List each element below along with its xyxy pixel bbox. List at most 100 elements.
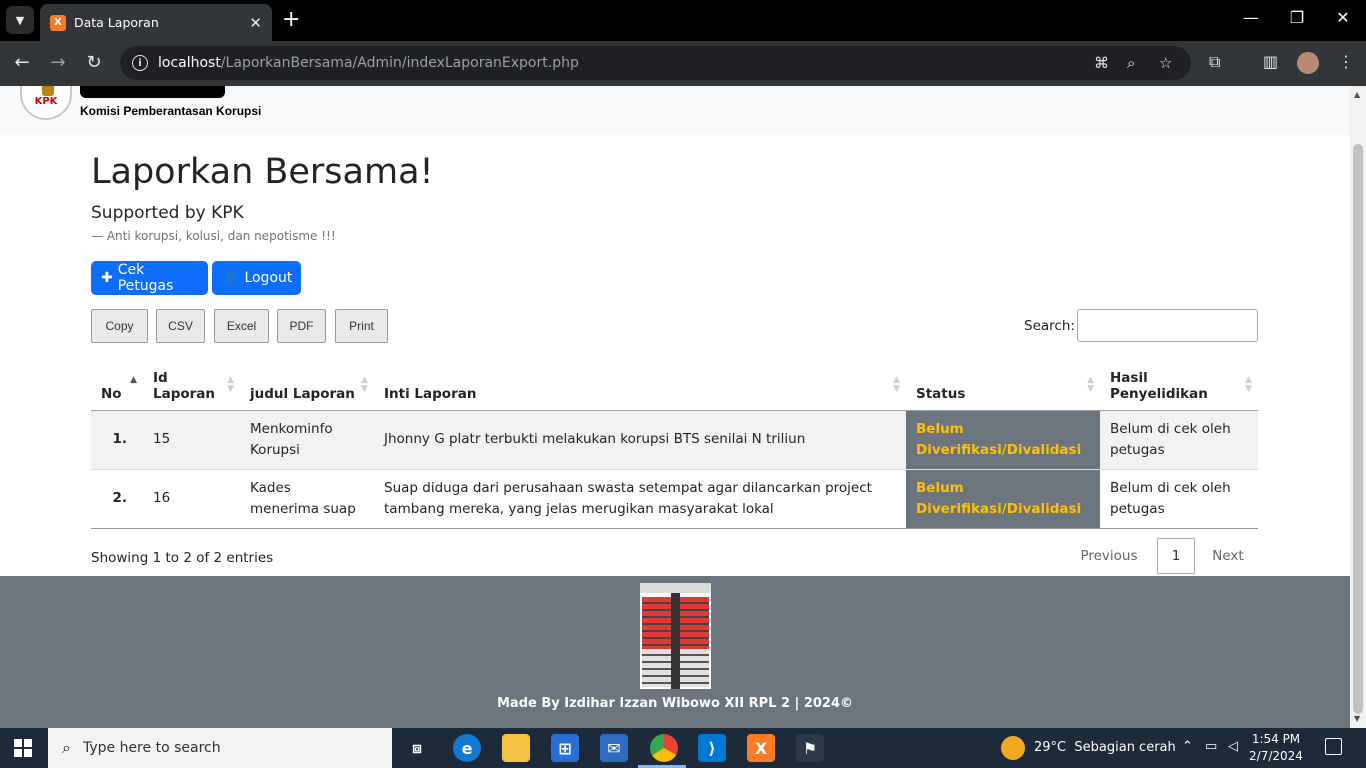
previous-page-button[interactable]: Previous bbox=[1076, 538, 1142, 574]
site-info-icon[interactable]: i bbox=[132, 55, 148, 71]
minimize-icon[interactable]: — bbox=[1241, 8, 1261, 27]
tab-title: Data Laporan bbox=[74, 15, 159, 30]
sort-icon: ▲ ▼ bbox=[227, 375, 234, 394]
back-icon[interactable]: ← bbox=[10, 51, 34, 75]
taskbar-clock[interactable]: 1:54 PM 2/7/2024 bbox=[1248, 731, 1304, 765]
windows-taskbar: ⌕ Type here to search ⧈ e ⊞ ✉ ⟩ X ⚑ 29°C… bbox=[0, 728, 1366, 768]
more-menu-icon[interactable]: ⋮ bbox=[1338, 52, 1354, 71]
tray-chevron-icon[interactable]: ⌃ bbox=[1182, 739, 1193, 754]
logout-label: Logout bbox=[244, 270, 293, 286]
page-subtitle: Supported by KPK bbox=[91, 203, 244, 223]
sort-icon: ▲ ▼ bbox=[1087, 375, 1094, 394]
kpk-building-image bbox=[640, 583, 711, 689]
restore-icon[interactable]: ❐ bbox=[1287, 8, 1307, 27]
row-id: 16 bbox=[153, 490, 171, 506]
search-label: Search: bbox=[1024, 318, 1075, 334]
bookmark-star-icon[interactable]: ☆ bbox=[1159, 54, 1172, 72]
mail-icon[interactable]: ✉ bbox=[600, 734, 628, 762]
page-viewport: KPK Komisi Pemberantasan Korupsi Laporka… bbox=[0, 86, 1350, 728]
git-client-icon[interactable]: ⚑ bbox=[796, 734, 824, 762]
taskbar-search[interactable]: ⌕ Type here to search bbox=[48, 728, 392, 768]
address-bar[interactable]: i localhost/LaporkanBersama/Admin/indexL… bbox=[120, 46, 1191, 80]
cek-petugas-button[interactable]: ✚ Cek Petugas bbox=[91, 261, 208, 295]
notification-icon[interactable] bbox=[1325, 738, 1342, 755]
volume-muted-icon[interactable]: ◁ bbox=[1228, 739, 1238, 754]
reload-icon[interactable]: ↻ bbox=[82, 51, 106, 75]
plus-icon: ✚ bbox=[101, 270, 113, 286]
url-host: localhost bbox=[158, 55, 221, 71]
file-explorer-icon[interactable] bbox=[502, 734, 530, 762]
task-view-icon[interactable]: ⧈ bbox=[403, 734, 431, 762]
laporan-table: No ▲ Id Laporan ▲ ▼ judul Laporan ▲ ▼ Inti Lap… bbox=[91, 354, 1258, 529]
user-x-icon: 👤 bbox=[222, 270, 240, 286]
close-tab-icon[interactable]: ✕ bbox=[249, 14, 262, 32]
column-header-judul[interactable]: judul Laporan ▲ ▼ bbox=[240, 354, 374, 411]
pdf-button[interactable]: PDF bbox=[277, 309, 326, 343]
zoom-icon[interactable]: ⌕ bbox=[1127, 54, 1135, 72]
row-judul: Menkominfo Korupsi bbox=[240, 410, 374, 469]
table-row: 1. 15 Menkominfo Korupsi Jhonny G platr … bbox=[91, 410, 1258, 469]
page-title: Laporkan Bersama! bbox=[91, 152, 434, 192]
store-icon[interactable]: ⊞ bbox=[551, 734, 579, 762]
scroll-down-icon[interactable]: ▼ bbox=[1354, 714, 1360, 723]
windows-start-icon[interactable] bbox=[14, 739, 32, 757]
logo-mini-text: KPK bbox=[34, 96, 58, 107]
column-header-inti[interactable]: Inti Laporan ▲ ▼ bbox=[374, 354, 906, 411]
row-hasil: Belum di cek oleh petugas bbox=[1100, 410, 1258, 469]
sort-asc-icon: ▲ bbox=[130, 375, 137, 385]
forward-icon[interactable]: → bbox=[46, 51, 70, 75]
row-number: 1. bbox=[91, 410, 143, 469]
tab-search-button[interactable]: ▼ bbox=[6, 6, 34, 34]
browser-tab[interactable]: X Data Laporan ✕ bbox=[40, 4, 272, 41]
cek-petugas-label: Cek Petugas bbox=[117, 262, 174, 294]
weather-icon[interactable] bbox=[1001, 736, 1025, 760]
browser-toolbar: ← → ↻ i localhost/LaporkanBersama/Admin/… bbox=[0, 41, 1366, 86]
copy-button[interactable]: Copy bbox=[91, 309, 148, 343]
url-path: /LaporkanBersama/Admin/indexLaporanExpor… bbox=[220, 55, 579, 71]
excel-button[interactable]: Excel bbox=[214, 309, 269, 343]
scroll-up-icon[interactable]: ▲ bbox=[1354, 90, 1360, 99]
sort-icon: ▲ ▼ bbox=[1245, 375, 1252, 394]
scroll-thumb[interactable] bbox=[1353, 144, 1363, 714]
column-header-id[interactable]: Id Laporan ▲ ▼ bbox=[143, 354, 240, 411]
extensions-icon[interactable]: ⧉ bbox=[1209, 52, 1220, 72]
row-inti: Suap diduga dari perusahaan swasta setem… bbox=[384, 479, 872, 517]
search-icon: ⌕ bbox=[62, 738, 71, 757]
translate-icon[interactable]: ⌘ bbox=[1094, 54, 1109, 72]
new-tab-icon[interactable]: + bbox=[282, 8, 300, 32]
close-window-icon[interactable]: ✕ bbox=[1333, 8, 1353, 27]
vscode-icon[interactable]: ⟩ bbox=[698, 734, 726, 762]
network-icon[interactable]: ▭ bbox=[1205, 739, 1217, 754]
search-input[interactable] bbox=[1077, 309, 1258, 342]
xampp-taskbar-icon[interactable]: X bbox=[747, 734, 775, 762]
next-page-button[interactable]: Next bbox=[1207, 538, 1249, 574]
row-id: 15 bbox=[143, 410, 240, 469]
table-info: Showing 1 to 2 of 2 entries bbox=[91, 550, 274, 566]
row-hasil: Belum di cek oleh petugas bbox=[1110, 479, 1231, 517]
taskbar-search-placeholder: Type here to search bbox=[82, 740, 221, 756]
page-1-button[interactable]: 1 bbox=[1157, 538, 1195, 574]
site-footer: Made By Izdihar Izzan Wibowo XII RPL 2 |… bbox=[0, 576, 1350, 728]
column-header-status[interactable]: Status ▲ ▼ bbox=[906, 354, 1100, 411]
status-badge: Belum Diverifikasi/Divalidasi bbox=[906, 469, 1100, 528]
table-row: 2. 16 Kades menerima suap Suap diduga da… bbox=[91, 469, 1258, 528]
site-navbar: KPK Komisi Pemberantasan Korupsi bbox=[0, 86, 1350, 135]
column-header-hasil[interactable]: Hasil Penyelidikan ▲ ▼ bbox=[1100, 354, 1258, 411]
blockquote-footer: — Anti korupsi, kolusi, dan nepotisme !!… bbox=[91, 229, 336, 243]
status-badge: Belum Diverifikasi/Divalidasi bbox=[906, 410, 1100, 469]
chrome-icon[interactable] bbox=[650, 734, 678, 762]
csv-button[interactable]: CSV bbox=[156, 309, 205, 343]
sort-icon: ▲ ▼ bbox=[361, 375, 368, 394]
kpk-wordmark-logo bbox=[80, 86, 225, 98]
profile-avatar[interactable] bbox=[1297, 52, 1319, 74]
column-header-no[interactable]: No ▲ bbox=[91, 354, 143, 411]
row-judul: Kades menerima suap bbox=[250, 479, 356, 517]
side-panel-icon[interactable]: ▥ bbox=[1263, 52, 1278, 71]
page-scrollbar[interactable]: ▲ ▼ bbox=[1350, 86, 1366, 728]
clock-date: 2/7/2024 bbox=[1249, 749, 1303, 763]
kpk-emblem-logo[interactable]: KPK bbox=[20, 86, 72, 120]
logout-button[interactable]: 👤 Logout bbox=[212, 261, 301, 295]
weather-text[interactable]: 29°C Sebagian cerah bbox=[1034, 740, 1176, 755]
edge-icon[interactable]: e bbox=[453, 734, 481, 762]
print-button[interactable]: Print bbox=[335, 309, 388, 343]
